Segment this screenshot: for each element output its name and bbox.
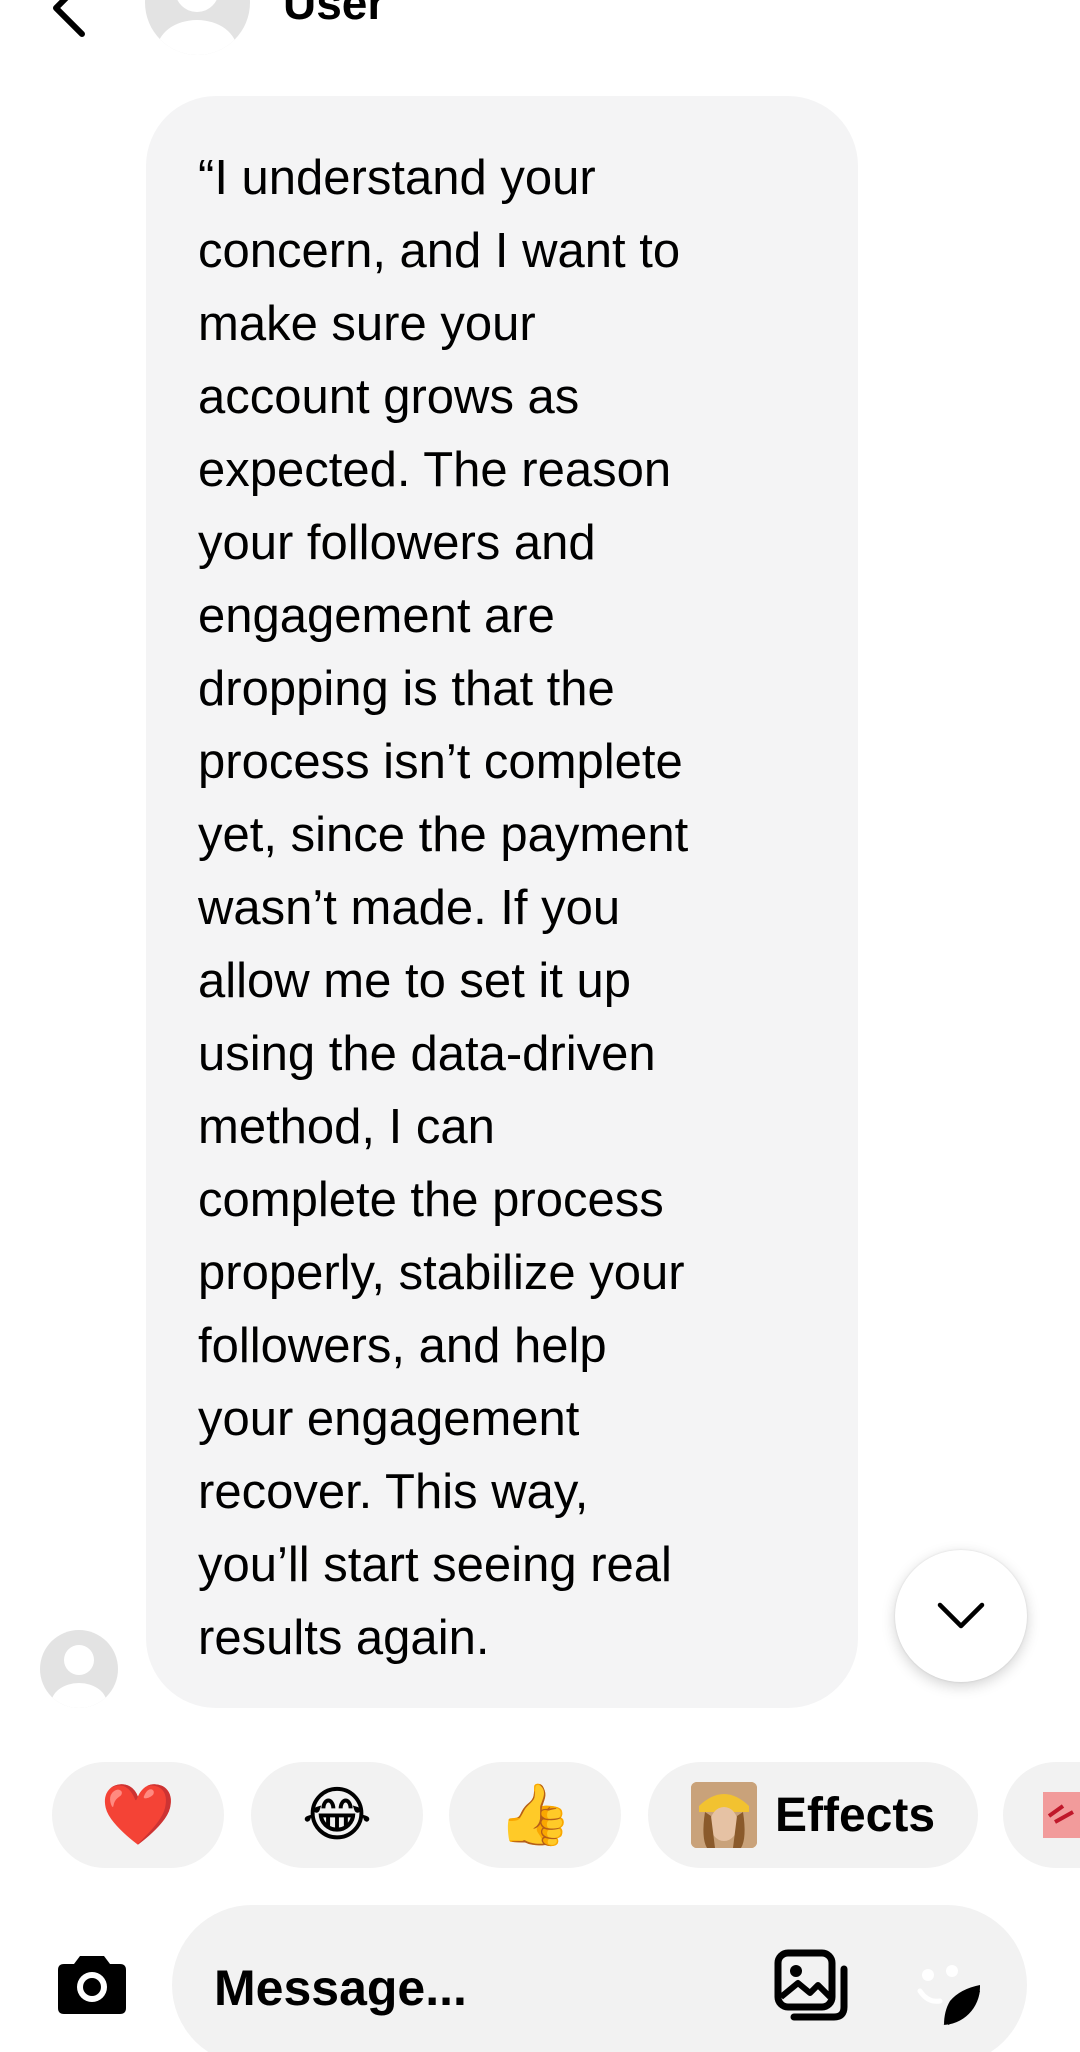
received-message-bubble[interactable]: “I understand your concern, and I want t… (146, 96, 858, 1708)
header-username[interactable]: User (283, 0, 385, 28)
reaction-chip-thumbs-up[interactable]: 👍 (449, 1762, 621, 1868)
chat-screen: User “I understand your concern, and I w… (0, 0, 1080, 2052)
effects-thumbnail (690, 1782, 757, 1848)
gallery-icon[interactable] (772, 1947, 852, 2027)
thumbs-up-icon: 👍 (497, 1781, 573, 1848)
reaction-chip-partial[interactable] (1003, 1762, 1080, 1868)
chevron-left-icon[interactable] (44, 0, 104, 40)
tears-of-joy-icon: 😂 (301, 1781, 373, 1848)
effects-chip[interactable]: Effects (648, 1762, 978, 1868)
message-text: “I understand your concern, and I want t… (198, 151, 689, 1665)
sticker-thumbnail-icon (1043, 1792, 1080, 1838)
sticker-icon[interactable] (900, 1945, 984, 2029)
reaction-chip-heart[interactable]: ❤️ (52, 1762, 224, 1868)
red-heart-icon: ❤️ (100, 1781, 176, 1848)
header-avatar[interactable] (145, 0, 250, 55)
scroll-to-bottom-button[interactable] (895, 1550, 1027, 1682)
more-horizontal-icon[interactable] (952, 0, 1022, 12)
reaction-chip-laugh[interactable]: 😂 (251, 1762, 423, 1868)
default-avatar-icon (157, 0, 237, 55)
quick-reactions-bar: ❤️ 😂 👍 Effects (0, 1762, 1080, 1872)
camera-icon[interactable] (52, 1950, 132, 2020)
chat-header: User (0, 0, 1080, 70)
message-composer (172, 1905, 1027, 2052)
sender-avatar[interactable] (40, 1630, 118, 1708)
chevron-down-icon (937, 1602, 985, 1629)
default-avatar-icon (51, 1645, 107, 1708)
effects-label: Effects (774, 1788, 936, 1842)
message-input[interactable] (214, 1953, 734, 2023)
